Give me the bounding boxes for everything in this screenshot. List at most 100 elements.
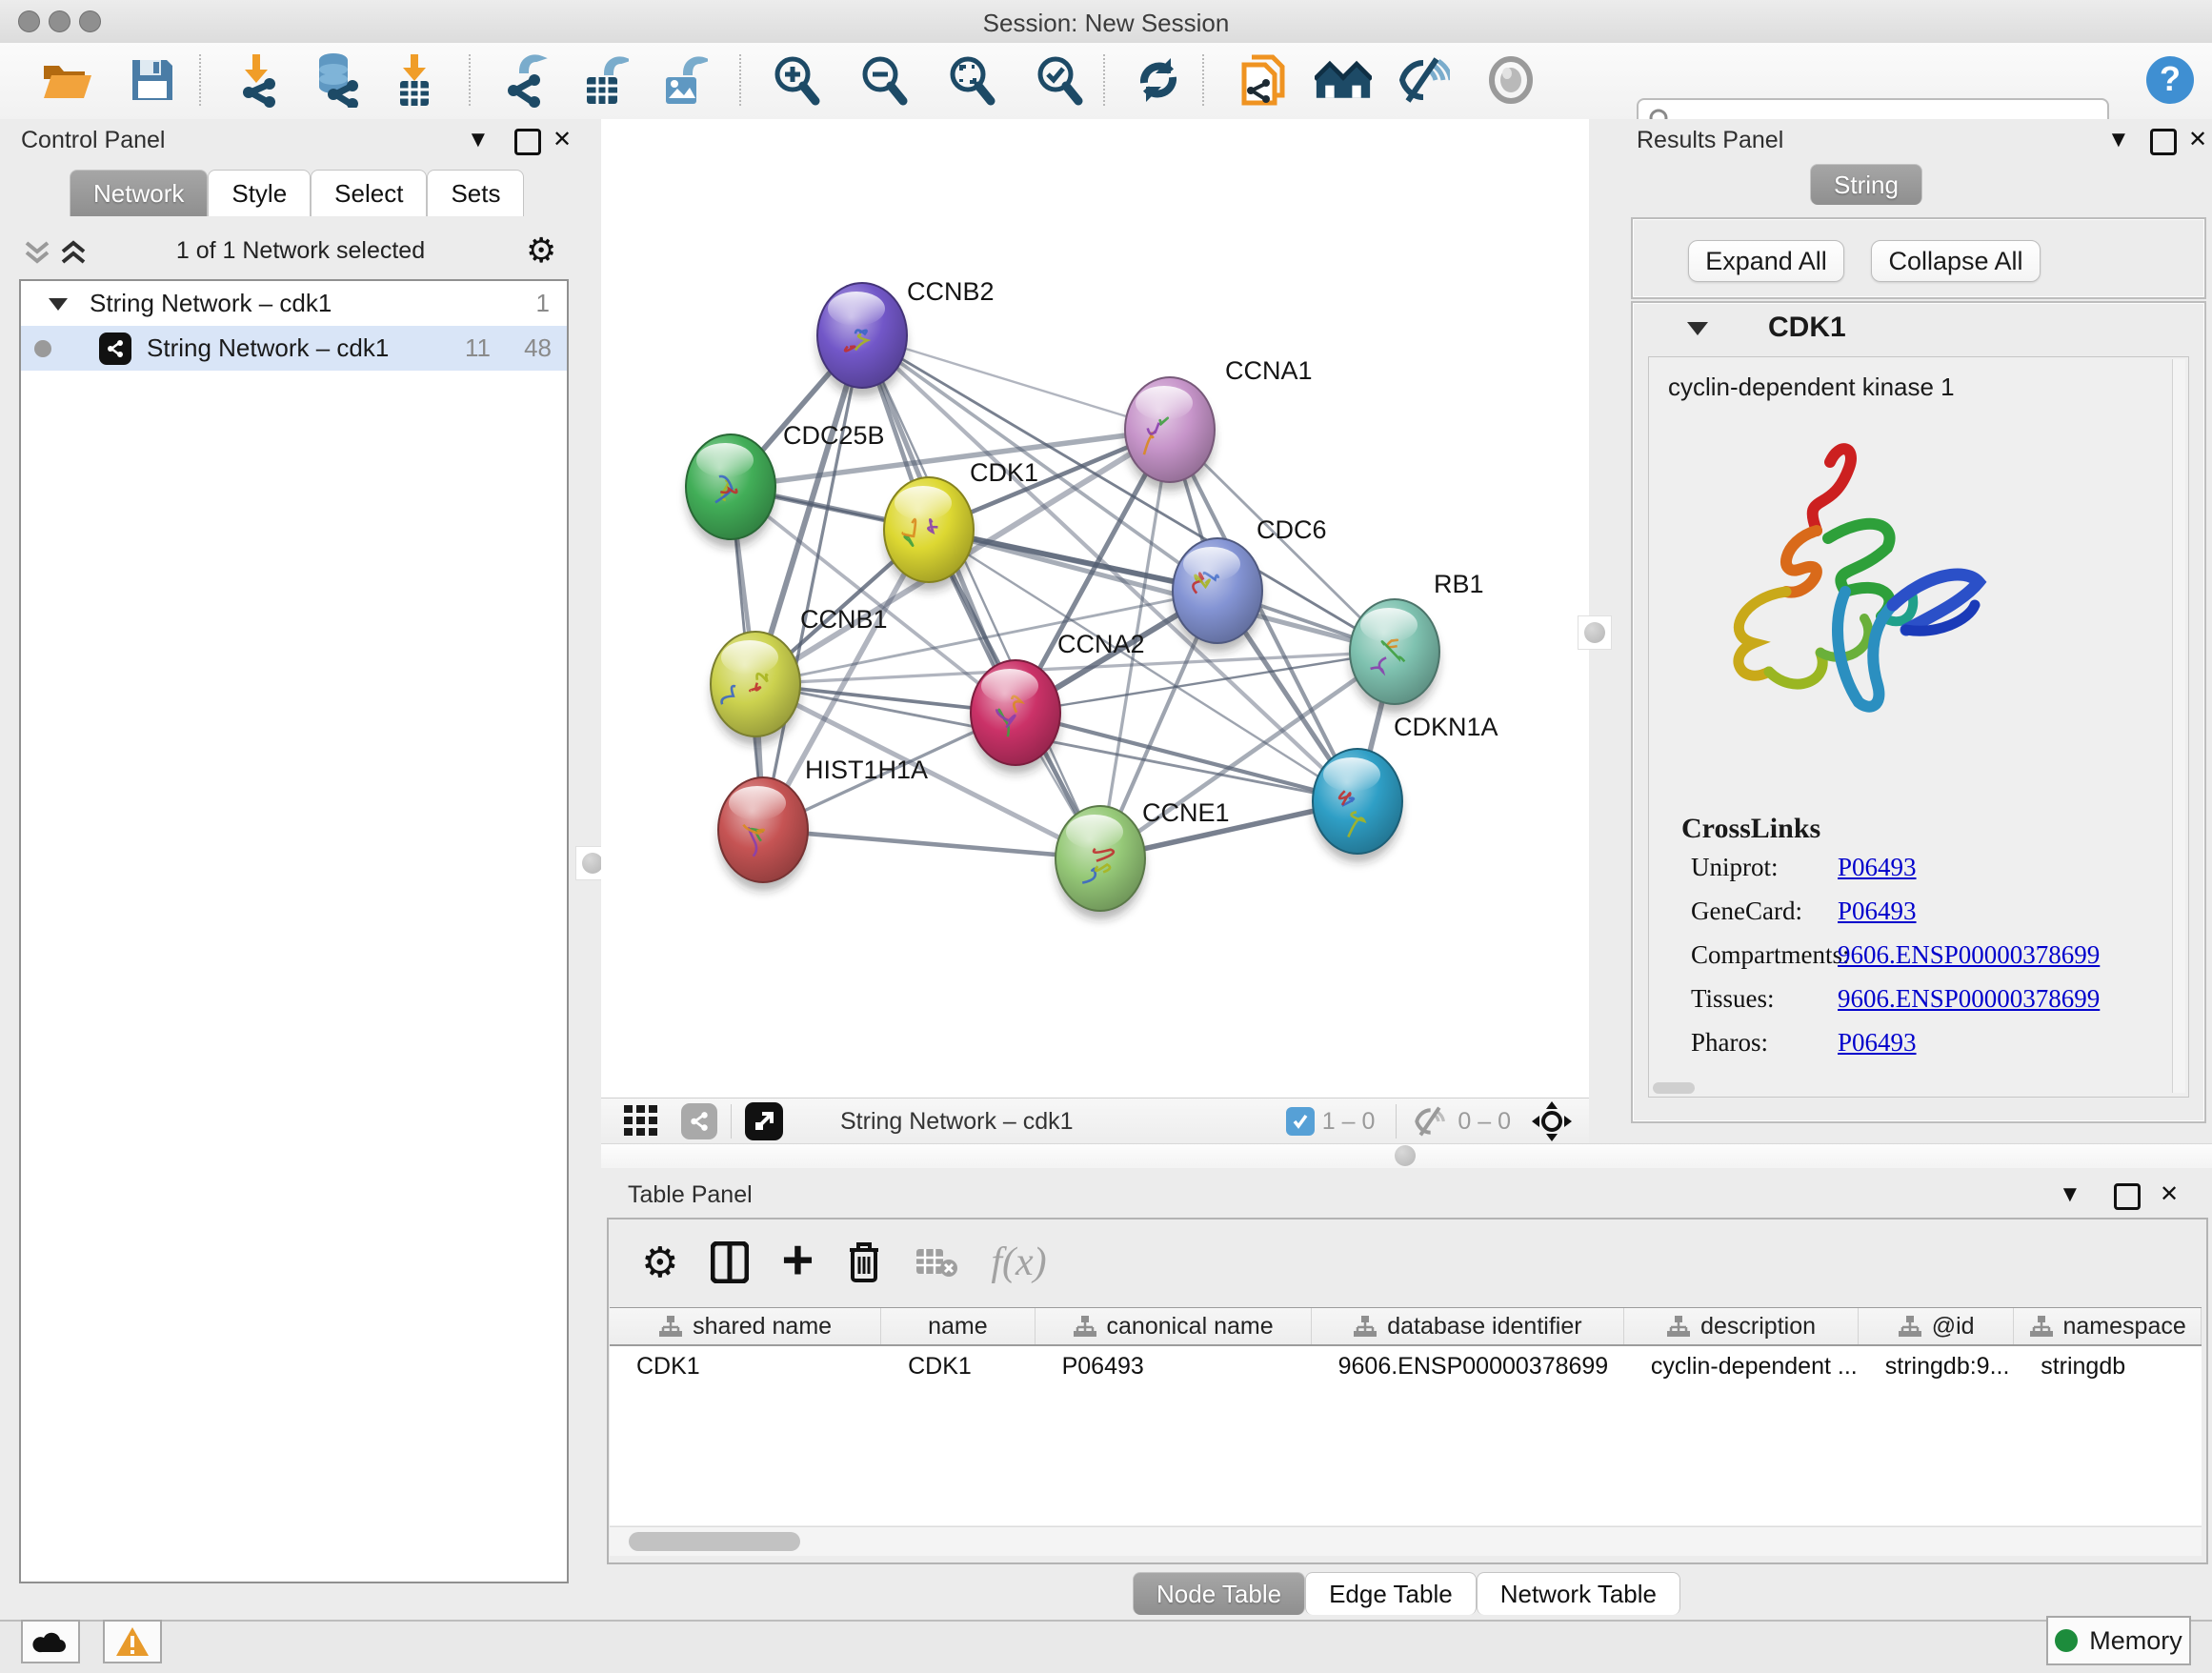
apply-layout-button[interactable]: [1130, 50, 1187, 110]
memory-button[interactable]: Memory: [2046, 1616, 2191, 1665]
zoom-in-button[interactable]: [768, 50, 825, 110]
control-panel-close-icon[interactable]: ✕: [553, 129, 572, 151]
warnings-button[interactable]: [103, 1620, 162, 1663]
column-label: name: [928, 1313, 988, 1340]
network-collection-row[interactable]: String Network – cdk1 1: [21, 281, 567, 326]
show-all-button[interactable]: [1482, 50, 1539, 110]
node-CCNE1[interactable]: CCNE1: [1056, 798, 1230, 919]
node-CCNA1[interactable]: CCNA1: [1125, 356, 1313, 491]
zoom-out-button[interactable]: [855, 50, 913, 110]
tab-sets[interactable]: Sets: [427, 170, 524, 216]
tab-network-table[interactable]: Network Table: [1477, 1572, 1680, 1615]
column-header-shared-name[interactable]: shared name: [610, 1308, 881, 1344]
tree-expander-icon[interactable]: [48, 296, 69, 312]
column-label: shared name: [693, 1313, 832, 1340]
function-builder-icon[interactable]: f(x): [991, 1240, 1046, 1285]
control-panel: Control Panel ▼ ✕ NetworkStyleSelectSets…: [0, 119, 602, 1620]
results-panel-close-icon[interactable]: ✕: [2188, 129, 2207, 151]
tab-string[interactable]: String: [1810, 164, 1922, 205]
table-scroll-thumb[interactable]: [629, 1532, 800, 1551]
node-CDKN1A[interactable]: CDKN1A: [1313, 713, 1498, 862]
column-header-namespace[interactable]: namespace: [2014, 1308, 2202, 1344]
node-label-CCNB2: CCNB2: [907, 277, 995, 306]
column-header-description[interactable]: description: [1624, 1308, 1859, 1344]
cell-canonical-name: P06493: [1036, 1353, 1312, 1381]
tab-network[interactable]: Network: [70, 170, 208, 216]
network-share-icon[interactable]: [681, 1103, 717, 1139]
table-row[interactable]: CDK1CDK1P064939606.ENSP00000378699cyclin…: [610, 1346, 2202, 1386]
help-button[interactable]: ?: [2142, 50, 2199, 110]
control-panel-menu-icon[interactable]: ▼: [467, 129, 490, 151]
network-canvas[interactable]: CCNB2CCNA1CDC25BCDK1CDC6RB1CCNB1CCNA2CDK…: [601, 119, 1589, 1098]
fit-content-crosshair-icon[interactable]: [1532, 1101, 1572, 1141]
column-header-canonical-name[interactable]: canonical name: [1036, 1308, 1312, 1344]
node-CDC6[interactable]: CDC6: [1173, 515, 1327, 652]
automation-cloud-button[interactable]: [21, 1620, 80, 1663]
tab-node-table[interactable]: Node Table: [1133, 1572, 1305, 1615]
export-image-button[interactable]: [655, 50, 713, 110]
crosslink-link[interactable]: P06493: [1838, 853, 1917, 882]
table-panel-float-icon[interactable]: [2114, 1183, 2141, 1215]
expand-all-button[interactable]: Expand All: [1688, 240, 1844, 282]
results-splitter-handle[interactable]: [1578, 615, 1612, 650]
import-table-button[interactable]: [386, 50, 443, 110]
import-network-database-button[interactable]: [307, 50, 364, 110]
table-panel-splitter-handle[interactable]: [1389, 1139, 1421, 1172]
collapse-all-button[interactable]: Collapse All: [1871, 240, 2041, 282]
network-options-gear-icon[interactable]: ⚙: [526, 233, 556, 268]
crosslink-link[interactable]: 9606.ENSP00000378699: [1838, 940, 2100, 970]
hidden-eye-slash-icon[interactable]: [1410, 1105, 1450, 1138]
toolbar-separator: [1103, 54, 1105, 106]
node-HIST1H1A[interactable]: HIST1H1A: [718, 756, 928, 891]
results-panel-float-icon[interactable]: [2150, 129, 2177, 160]
table-horizontal-scrollbar[interactable]: [610, 1526, 2202, 1556]
tab-edge-table[interactable]: Edge Table: [1305, 1572, 1477, 1615]
toolbar-separator: [199, 54, 201, 106]
tab-style[interactable]: Style: [208, 170, 311, 216]
delete-table-icon[interactable]: [915, 1245, 958, 1280]
selected-count: 1 – 0: [1322, 1108, 1376, 1136]
network-edge-count: 48: [524, 333, 552, 363]
column-header-database-identifier[interactable]: database identifier: [1312, 1308, 1624, 1344]
section-expander-icon[interactable]: [1686, 320, 1709, 336]
home-button[interactable]: [1315, 50, 1372, 110]
table-panel-close-icon[interactable]: ✕: [2160, 1183, 2179, 1206]
column-label: canonical name: [1107, 1313, 1274, 1340]
svg-text:?: ?: [2160, 59, 2181, 98]
results-vertical-scrollbar[interactable]: [2172, 359, 2185, 1093]
column-header--id[interactable]: @id: [1859, 1308, 2014, 1344]
export-network-button[interactable]: [497, 50, 554, 110]
delete-column-trash-icon[interactable]: [846, 1240, 882, 1284]
table-settings-gear-icon[interactable]: ⚙: [641, 1239, 678, 1287]
show-columns-icon[interactable]: [711, 1241, 749, 1283]
export-table-button[interactable]: [576, 50, 633, 110]
network-row[interactable]: String Network – cdk1 11 48: [21, 326, 567, 371]
control-panel-float-icon[interactable]: [514, 129, 541, 160]
node-CCNB1[interactable]: CCNB1: [711, 605, 888, 745]
crosslink-link[interactable]: P06493: [1838, 1028, 1917, 1058]
save-session-button[interactable]: [124, 50, 181, 110]
gene-section-header[interactable]: CDK1: [1633, 303, 2204, 353]
column-type-icon: [1898, 1315, 1922, 1338]
zoom-fit-button[interactable]: [943, 50, 1000, 110]
grid-view-icon[interactable]: [624, 1105, 662, 1138]
network-graph[interactable]: CCNB2CCNA1CDC25BCDK1CDC6RB1CCNB1CCNA2CDK…: [601, 119, 1589, 1098]
network-node-count: 11: [465, 333, 491, 363]
add-column-icon[interactable]: +: [781, 1228, 814, 1292]
import-network-file-button[interactable]: [227, 50, 284, 110]
node-RB1[interactable]: RB1: [1350, 570, 1484, 713]
table-panel-menu-icon[interactable]: ▼: [2059, 1183, 2081, 1206]
birdseye-view-icon[interactable]: [745, 1102, 783, 1140]
selected-checkbox-icon[interactable]: [1286, 1107, 1315, 1136]
hide-selected-button[interactable]: [1394, 50, 1451, 110]
results-panel-menu-icon[interactable]: ▼: [2107, 129, 2130, 151]
results-horizontal-scroll-thumb[interactable]: [1653, 1082, 1695, 1094]
open-cybrowser-button[interactable]: [1235, 50, 1292, 110]
open-session-button[interactable]: [38, 50, 95, 110]
crosslink-link[interactable]: 9606.ENSP00000378699: [1838, 984, 2100, 1014]
tab-select[interactable]: Select: [311, 170, 427, 216]
crosslink-link[interactable]: P06493: [1838, 897, 1917, 926]
edge-CCNB2-CCNA1[interactable]: [862, 335, 1170, 430]
column-header-name[interactable]: name: [881, 1308, 1035, 1344]
zoom-selected-button[interactable]: [1031, 50, 1088, 110]
